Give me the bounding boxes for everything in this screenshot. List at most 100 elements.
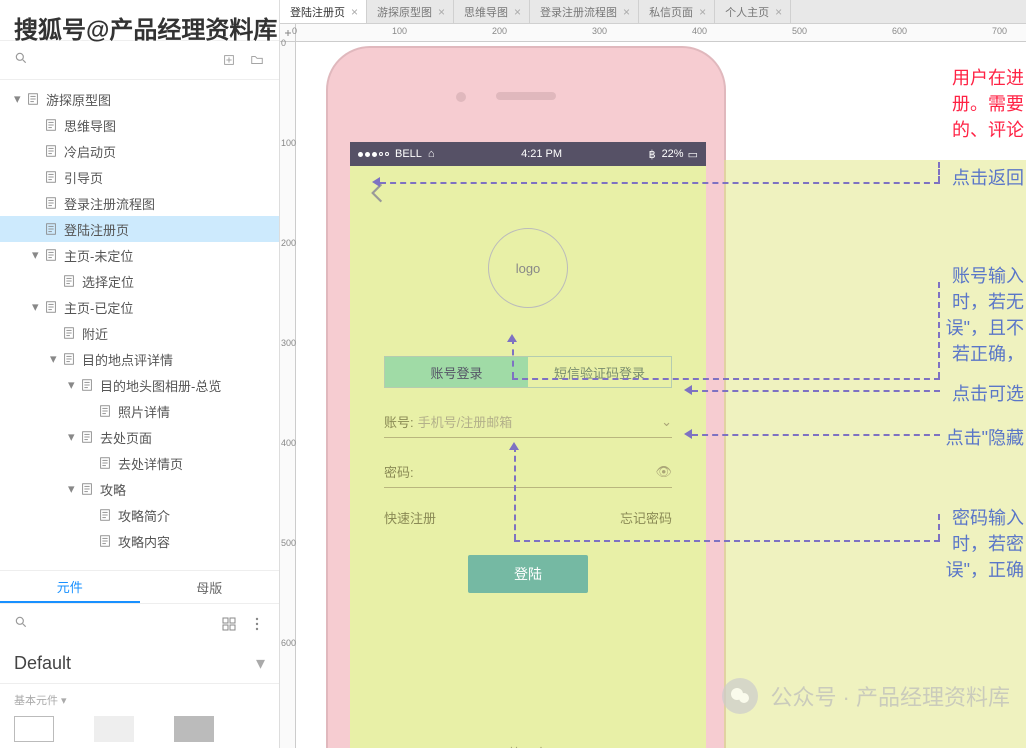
tab-master[interactable]: 母版 bbox=[140, 571, 280, 603]
component-search-bar bbox=[0, 604, 279, 644]
file-tab[interactable]: 私信页面 × bbox=[639, 0, 715, 23]
signal-dots-icon bbox=[358, 152, 389, 157]
status-time: 4:21 PM bbox=[435, 148, 649, 160]
library-name: Default bbox=[14, 653, 71, 674]
note-eye: 点击"隐藏 bbox=[946, 424, 1024, 450]
file-tab[interactable]: 登录注册流程图 × bbox=[530, 0, 639, 23]
section-basic-elements[interactable]: 基本元件 ▾ bbox=[0, 684, 279, 712]
tree-toggle-icon[interactable]: ▾ bbox=[32, 250, 42, 260]
tree-node[interactable]: ▾ 主页-未定位 bbox=[0, 242, 279, 268]
account-label: 账号: bbox=[384, 412, 414, 431]
tree-toggle-icon[interactable]: ▾ bbox=[68, 484, 78, 494]
note-red-1: 用户在进 bbox=[952, 64, 1024, 90]
tree-node[interactable]: ▾游探原型图 bbox=[0, 86, 279, 112]
shape-rect-light[interactable] bbox=[94, 716, 134, 742]
tree-toggle-icon[interactable]: ▾ bbox=[50, 354, 60, 364]
file-tab-label: 登录注册流程图 bbox=[540, 4, 617, 20]
view-grid-icon[interactable] bbox=[221, 616, 237, 632]
note-acc3: 误"，且不 bbox=[946, 314, 1024, 340]
shape-rect-dark[interactable] bbox=[174, 716, 214, 742]
tree-node[interactable]: 登录注册流程图 bbox=[0, 190, 279, 216]
tree-node[interactable]: 登陆注册页 bbox=[0, 216, 279, 242]
close-icon[interactable]: × bbox=[351, 5, 358, 19]
tree-node[interactable]: 去处详情页 bbox=[0, 450, 279, 476]
login-mode-tabs: 账号登录 短信验证码登录 bbox=[384, 356, 672, 388]
password-field[interactable]: 密码: 👁 bbox=[384, 456, 672, 488]
tree-node[interactable]: ▾ 目的地点评详情 bbox=[0, 346, 279, 372]
tree-node[interactable]: 选择定位 bbox=[0, 268, 279, 294]
battery-percent: 22% bbox=[662, 148, 684, 160]
close-icon[interactable]: × bbox=[514, 5, 521, 19]
back-button[interactable] bbox=[364, 180, 390, 206]
tree-toggle-icon[interactable]: ▾ bbox=[14, 94, 24, 104]
forgot-password-link[interactable]: 忘记密码 bbox=[620, 508, 672, 527]
dropdown-icon: ▾ bbox=[256, 653, 265, 674]
phone-camera bbox=[456, 92, 466, 102]
note-pwd3: 误"，正确 bbox=[946, 556, 1024, 582]
tab-account-login[interactable]: 账号登录 bbox=[385, 357, 528, 387]
file-tab[interactable]: 登陆注册页× bbox=[280, 0, 367, 23]
account-links: 快速注册 忘记密码 bbox=[384, 508, 672, 527]
tree-node[interactable]: ▾去处页面 bbox=[0, 424, 279, 450]
tree-toggle-icon[interactable]: ▾ bbox=[32, 302, 42, 312]
tree-label: 冷启动页 bbox=[64, 142, 116, 161]
eye-icon[interactable]: 👁 bbox=[655, 464, 672, 480]
tree-label: 登陆注册页 bbox=[64, 220, 129, 239]
annotation-overlay bbox=[724, 160, 1026, 748]
quick-register-link[interactable]: 快速注册 bbox=[384, 508, 436, 527]
tab-components[interactable]: 元件 bbox=[0, 571, 140, 603]
tree-node[interactable]: ▾攻略 bbox=[0, 476, 279, 502]
tree-node[interactable]: 照片详情 bbox=[0, 398, 279, 424]
close-icon[interactable]: × bbox=[699, 5, 706, 19]
file-tab-label: 思维导图 bbox=[464, 4, 508, 20]
shape-rect-outline[interactable] bbox=[14, 716, 54, 742]
tree-node[interactable]: ▾ 主页-已定位 bbox=[0, 294, 279, 320]
file-tab[interactable]: 思维导图 × bbox=[454, 0, 530, 23]
close-icon[interactable]: × bbox=[623, 5, 630, 19]
tree-node[interactable]: 附近 bbox=[0, 320, 279, 346]
editor-area: 登陆注册页×游探原型图×思维导图×登录注册流程图×私信页面×个人主页× 0100… bbox=[280, 0, 1026, 748]
ruler-horizontal[interactable]: 01002003004005006007008009001000 bbox=[296, 24, 1026, 42]
more-icon[interactable] bbox=[249, 616, 265, 632]
sidebar: ▾游探原型图思维导图冷启动页引导页登录注册流程图登陆注册页 ▾ 主页-未定位选择定位… bbox=[0, 0, 280, 748]
ruler-vertical[interactable]: 0100200300400500600 bbox=[280, 42, 296, 748]
login-button[interactable]: 登陆 bbox=[468, 555, 588, 593]
note-pwd2: 时，若密 bbox=[952, 530, 1024, 556]
note-acc2: 时，若无 bbox=[952, 288, 1024, 314]
tab-sms-login[interactable]: 短信验证码登录 bbox=[528, 357, 671, 387]
tree-node[interactable]: ▾目的地头图相册-总览 bbox=[0, 372, 279, 398]
file-tab-label: 游探原型图 bbox=[377, 4, 432, 20]
canvas[interactable]: BELL ⌂ 4:21 PM ฿ 22% ▭ logo 账号登录 短信验证码登录… bbox=[296, 42, 1026, 748]
close-icon[interactable]: × bbox=[775, 5, 782, 19]
bluetooth-icon: ฿ bbox=[649, 148, 656, 161]
tree-label: 主页-已定位 bbox=[64, 298, 133, 317]
shape-palette bbox=[0, 712, 279, 746]
logo-placeholder[interactable]: logo bbox=[488, 228, 568, 308]
account-field[interactable]: 账号: 手机号/注册邮箱 ⌄ bbox=[384, 406, 672, 438]
file-tab[interactable]: 游探原型图 × bbox=[367, 0, 454, 23]
tree-node[interactable]: 攻略简介 bbox=[0, 502, 279, 528]
tree-label: 主页-未定位 bbox=[64, 246, 133, 265]
phone-screen: BELL ⌂ 4:21 PM ฿ 22% ▭ logo 账号登录 短信验证码登录… bbox=[350, 142, 706, 748]
file-tab-label: 私信页面 bbox=[649, 4, 693, 20]
tree-node[interactable]: 冷启动页 bbox=[0, 138, 279, 164]
add-page-icon[interactable] bbox=[221, 52, 237, 68]
add-folder-icon[interactable] bbox=[249, 52, 265, 68]
battery-icon: ▭ bbox=[688, 148, 698, 161]
close-icon[interactable]: × bbox=[438, 5, 445, 19]
search-icon[interactable] bbox=[14, 615, 28, 634]
phone-frame[interactable]: BELL ⌂ 4:21 PM ฿ 22% ▭ logo 账号登录 短信验证码登录… bbox=[326, 46, 726, 748]
tree-node[interactable]: 攻略内容 bbox=[0, 528, 279, 554]
tree-node[interactable]: 引导页 bbox=[0, 164, 279, 190]
password-label: 密码: bbox=[384, 462, 414, 481]
file-tab[interactable]: 个人主页× bbox=[715, 0, 791, 23]
file-tabs: 登陆注册页×游探原型图×思维导图×登录注册流程图×私信页面×个人主页× bbox=[280, 0, 1026, 24]
tree-node[interactable]: 思维导图 bbox=[0, 112, 279, 138]
tree-label: 目的地点评详情 bbox=[82, 350, 173, 369]
tree-toggle-icon[interactable]: ▾ bbox=[68, 432, 78, 442]
library-selector[interactable]: Default ▾ bbox=[0, 644, 279, 684]
chevron-down-icon[interactable]: ⌄ bbox=[661, 414, 672, 430]
tree-toggle-icon[interactable]: ▾ bbox=[68, 380, 78, 390]
third-party-label: 第三方 bbox=[509, 743, 548, 748]
search-icon[interactable] bbox=[14, 51, 28, 70]
